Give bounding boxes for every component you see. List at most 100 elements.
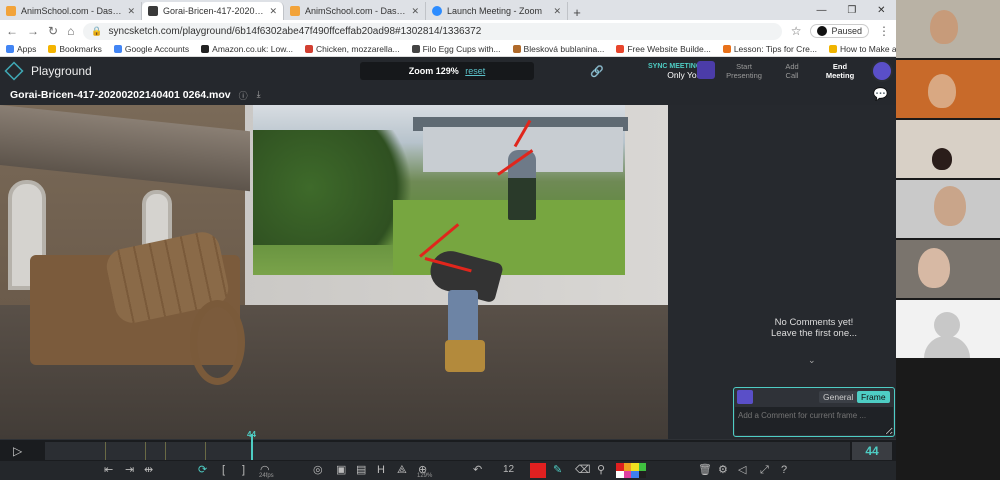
menu-icon[interactable]: ⋮	[878, 24, 890, 38]
link-icon[interactable]: 🔗	[590, 65, 604, 78]
comments-toggle-icon[interactable]: 💬	[873, 87, 888, 101]
fit-range-icon[interactable]: ⇹	[144, 463, 153, 477]
bookmark-item[interactable]: Lesson: Tips for Cre...	[722, 44, 817, 54]
close-window-icon[interactable]: ✕	[877, 5, 885, 16]
new-tab-icon[interactable]: +	[568, 5, 586, 20]
bookmark-label: Chicken, mozzarella...	[315, 44, 400, 54]
avatar-placeholder-icon	[934, 312, 960, 338]
bookmark-item[interactable]: Amazon.co.uk: Low...	[201, 44, 293, 54]
draw-color-swatch[interactable]	[530, 463, 546, 478]
set-out-point-icon[interactable]: ]	[242, 463, 245, 477]
palette-color-swatch[interactable]	[631, 463, 639, 471]
star-icon[interactable]: ☆	[791, 24, 802, 38]
timeline-track[interactable]: 44	[45, 430, 850, 460]
participant-tile[interactable]	[896, 120, 1000, 178]
help-icon[interactable]: ?	[781, 463, 787, 477]
comment-input[interactable]	[735, 407, 893, 435]
participant-tile[interactable]	[896, 0, 1000, 58]
chevron-down-icon[interactable]: ⌄	[808, 355, 816, 366]
set-in-point-icon[interactable]: [	[222, 463, 225, 477]
trash-icon[interactable]: 🗑	[698, 463, 712, 477]
brush-size[interactable]: 12	[503, 463, 514, 477]
window-controls: — ❐ ✕	[806, 0, 896, 20]
media-viewer[interactable]	[0, 105, 668, 439]
palette-color-swatch[interactable]	[616, 470, 624, 478]
file-bar: Gorai-Bricen-417-20200202140401 0264.mov…	[0, 85, 896, 105]
browser-tab-zoom[interactable]: Launch Meeting - Zoom ✕	[426, 2, 568, 20]
end-meeting-button[interactable]: End Meeting	[820, 62, 860, 80]
comment-composer: General Frame	[733, 387, 895, 437]
participant-tile[interactable]	[896, 300, 1000, 358]
pencil-icon[interactable]: ✎	[553, 463, 562, 477]
eyedropper-icon[interactable]: ⚲	[597, 463, 605, 477]
paused-label: Paused	[831, 26, 862, 36]
tab-label: Gorai-Bricen-417-20200202140401	[163, 6, 265, 16]
film-icon[interactable]: ▤	[356, 463, 366, 477]
close-tab-icon[interactable]: ✕	[269, 6, 277, 17]
palette-color-swatch[interactable]	[638, 470, 646, 478]
general-mode-tab[interactable]: General	[819, 391, 858, 403]
next-frame-icon[interactable]: ⇥	[125, 463, 134, 477]
bookmark-item[interactable]: Google Accounts	[113, 44, 189, 54]
user-avatar[interactable]	[871, 60, 893, 82]
zoom-reset-link[interactable]: reset	[465, 66, 485, 76]
fullscreen-icon[interactable]: ⤢	[760, 463, 769, 477]
h-flip-icon[interactable]: H	[377, 463, 385, 477]
close-tab-icon[interactable]: ✕	[411, 6, 419, 17]
syncsketch-logo-icon[interactable]	[4, 61, 24, 81]
reload-icon[interactable]: ↻	[48, 24, 58, 38]
maximize-icon[interactable]: ❐	[847, 5, 856, 16]
current-frame-display[interactable]: 44	[852, 442, 892, 460]
hide-drawings-icon[interactable]: ◎	[313, 463, 323, 477]
eraser-icon[interactable]: ⌫	[575, 463, 591, 477]
undo-icon[interactable]: ↶	[473, 463, 482, 477]
start-presenting-button[interactable]: Start Presenting	[722, 62, 766, 80]
grid-icon[interactable]: ⟁	[397, 463, 407, 477]
avatar-placeholder-body	[924, 336, 970, 358]
palette-color-swatch[interactable]	[631, 470, 639, 478]
playhead[interactable]	[251, 434, 253, 460]
close-tab-icon[interactable]: ✕	[127, 6, 135, 17]
prev-frame-icon[interactable]: ⇤	[104, 463, 113, 477]
download-icon[interactable]: ⤓	[257, 89, 261, 102]
loop-icon[interactable]: ⟳	[198, 463, 207, 477]
bookmark-item[interactable]: Apps	[6, 44, 36, 54]
participant-video	[928, 74, 956, 108]
home-icon[interactable]: ⌂	[67, 24, 74, 38]
participant-tile[interactable]	[896, 60, 1000, 118]
url-input[interactable]: 🔒 syncsketch.com/playground/6b14f6302abe…	[83, 22, 782, 40]
palette-color-swatch[interactable]	[616, 463, 624, 471]
palette-color-swatch[interactable]	[623, 470, 631, 478]
bookmark-item[interactable]: Blesková bublanina...	[512, 44, 604, 54]
bookmark-favicon-icon	[722, 45, 731, 53]
bookmark-label: How to Make an A...	[839, 44, 896, 54]
info-icon[interactable]: ⓘ	[239, 89, 248, 102]
lock-icon[interactable]: ▣	[336, 463, 346, 477]
participant-tile[interactable]	[896, 240, 1000, 298]
bookmark-item[interactable]: Free Website Builde...	[616, 44, 711, 54]
frame-mode-tab[interactable]: Frame	[857, 391, 890, 403]
back-icon[interactable]: ←	[6, 24, 18, 38]
palette-color-swatch[interactable]	[623, 463, 631, 471]
participant-tile[interactable]	[896, 180, 1000, 238]
address-bar: ← → ↻ ⌂ 🔒 syncsketch.com/playground/6b14…	[0, 20, 896, 42]
browser-tab-syncsketch[interactable]: Gorai-Bricen-417-20200202140401 ✕	[142, 2, 284, 20]
bookmark-item[interactable]: How to Make an A...	[828, 44, 896, 54]
minimize-icon[interactable]: —	[816, 5, 826, 16]
bookmark-item[interactable]: Bookmarks	[48, 44, 102, 54]
settings-icon[interactable]: ⚙	[718, 463, 728, 477]
palette-color-swatch[interactable]	[638, 463, 646, 471]
browser-tab-animschool-2[interactable]: AnimSchool.com - Dashboard ✕	[284, 2, 426, 20]
bookmark-item[interactable]: Chicken, mozzarella...	[304, 44, 400, 54]
close-tab-icon[interactable]: ✕	[553, 6, 561, 17]
color-palette[interactable]	[616, 463, 646, 478]
browser-tab-animschool-1[interactable]: AnimSchool.com - Dashboard ✕	[0, 2, 142, 20]
play-icon[interactable]: ▷	[13, 444, 22, 458]
volume-icon[interactable]: ◁	[738, 463, 746, 477]
forward-icon[interactable]: →	[27, 24, 39, 38]
profile-paused-button[interactable]: Paused	[810, 24, 869, 38]
zoom-participant-strip	[896, 0, 1000, 480]
barn-roof	[0, 105, 250, 192]
add-call-button[interactable]: Add Call	[776, 62, 808, 80]
bookmark-item[interactable]: Filo Egg Cups with...	[411, 44, 501, 54]
